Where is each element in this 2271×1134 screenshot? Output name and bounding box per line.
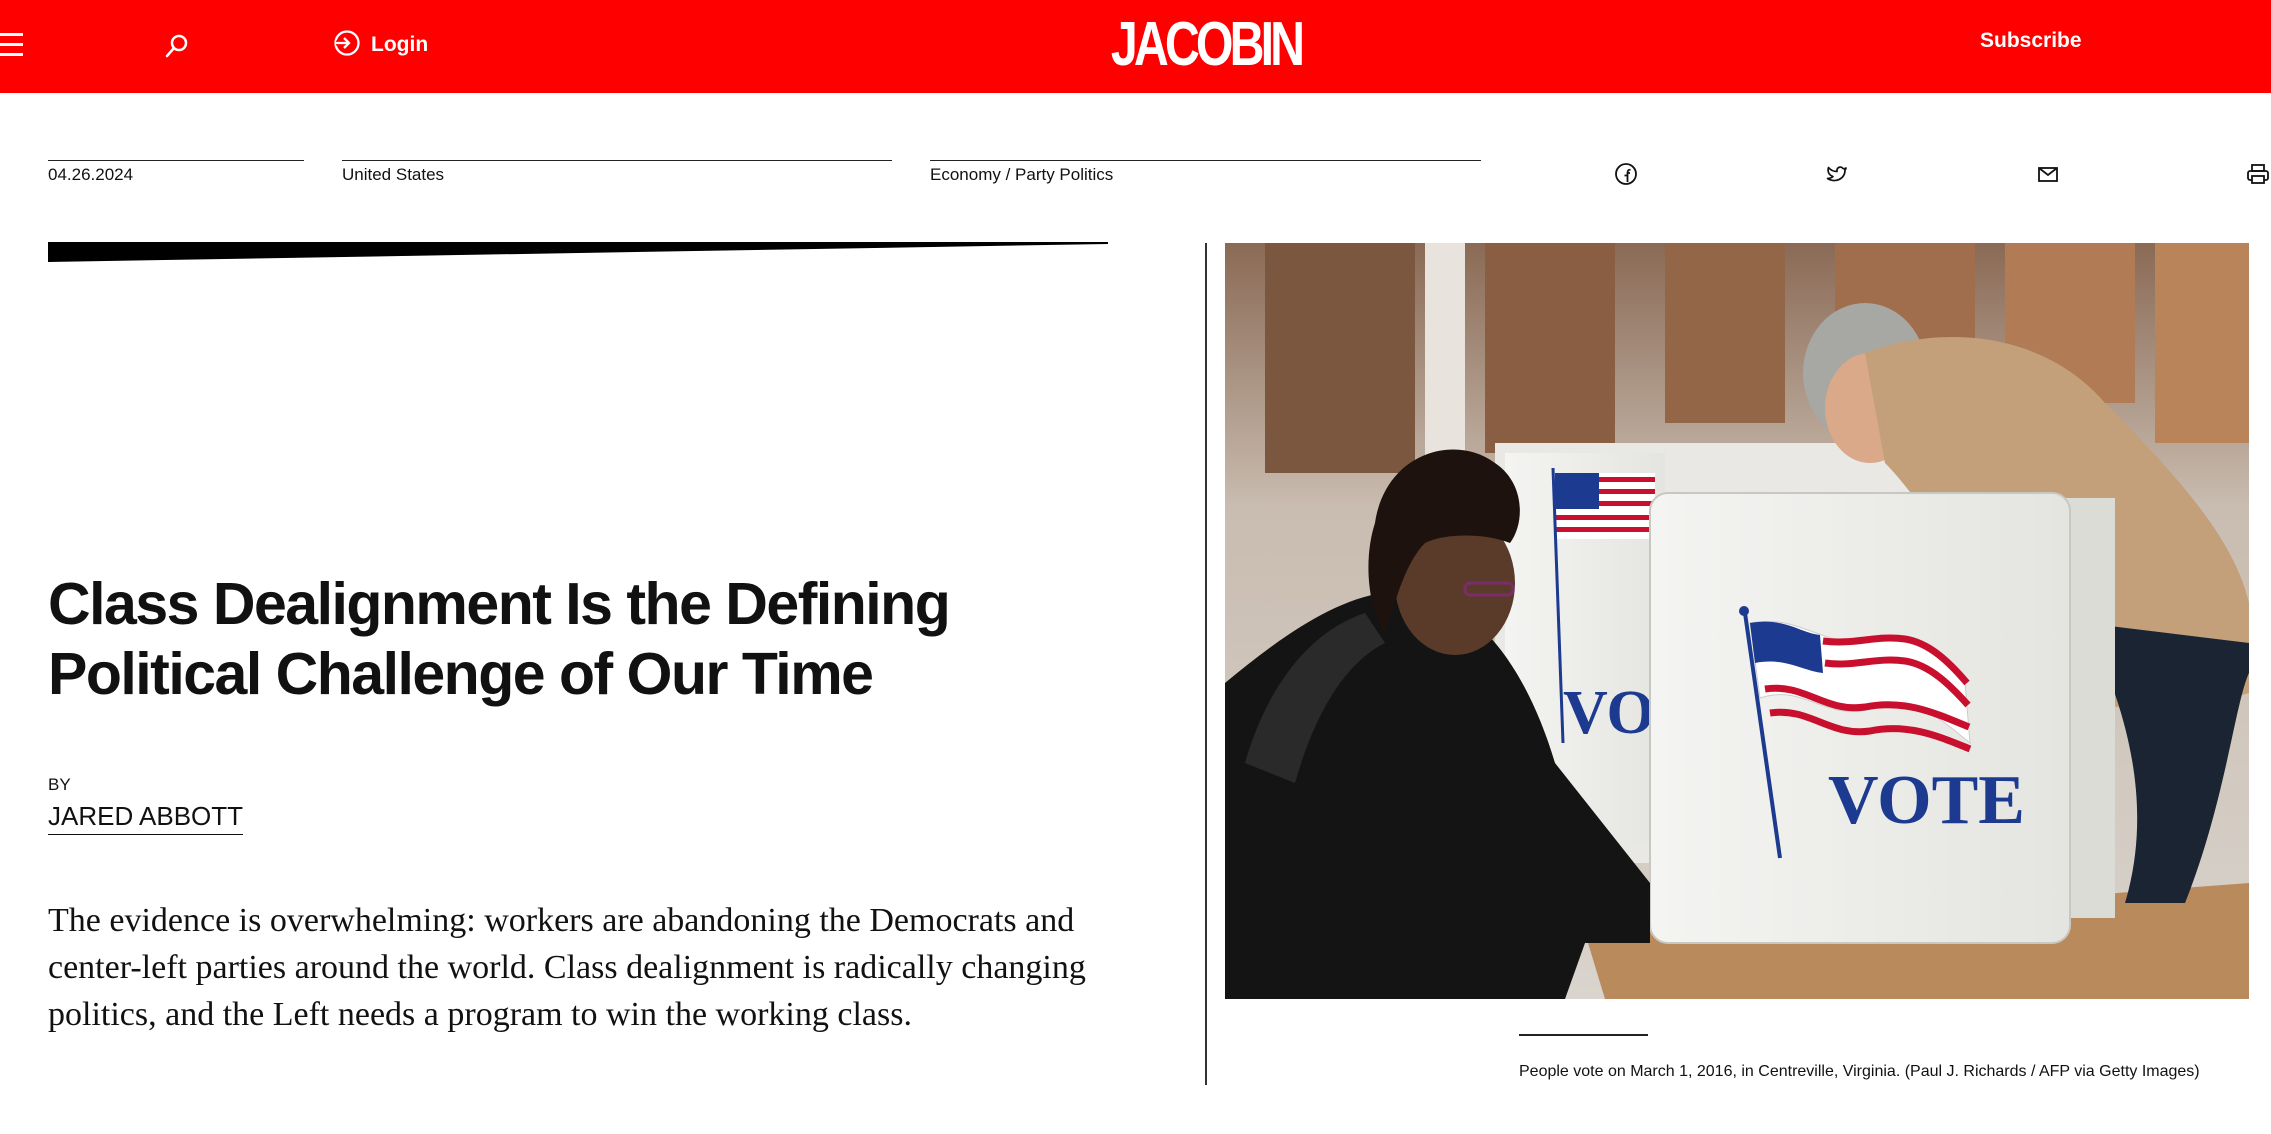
facebook-icon[interactable] bbox=[1613, 161, 1639, 187]
menu-icon[interactable] bbox=[0, 33, 23, 57]
article-region-link[interactable]: United States bbox=[342, 160, 892, 185]
search-icon[interactable] bbox=[162, 31, 192, 61]
author-link[interactable]: JARED ABBOTT bbox=[48, 801, 244, 835]
login-icon bbox=[333, 29, 361, 62]
article-topics-link[interactable]: Economy / Party Politics bbox=[930, 160, 1481, 185]
article-title: Class Dealignment Is the Defining Politi… bbox=[48, 571, 951, 707]
site-header: Login JACOBIN Subscribe bbox=[0, 0, 2271, 93]
twitter-icon[interactable] bbox=[1824, 161, 1850, 187]
login-button[interactable]: Login bbox=[333, 28, 428, 62]
print-icon[interactable] bbox=[2245, 161, 2271, 187]
subscribe-button[interactable]: Subscribe bbox=[1980, 29, 2082, 53]
booth-text-right: VOTE bbox=[1828, 762, 2025, 839]
voting-booth-front: VOTE bbox=[1649, 492, 2115, 944]
article-date: 04.26.2024 bbox=[48, 160, 304, 185]
title-rule-bar bbox=[48, 242, 1108, 264]
site-logo[interactable]: JACOBIN bbox=[1111, 9, 1305, 81]
hero-image: VO VOTE bbox=[1225, 243, 2249, 999]
email-icon[interactable] bbox=[2035, 161, 2061, 187]
column-divider bbox=[1205, 243, 1207, 1085]
image-caption: People vote on March 1, 2016, in Centrev… bbox=[1519, 1063, 2200, 1080]
login-label: Login bbox=[371, 33, 429, 56]
article-dek: The evidence is overwhelming: workers ar… bbox=[48, 902, 1086, 1033]
logo-text: JACOBIN bbox=[1110, 10, 1305, 79]
caption-rule bbox=[1519, 1034, 1648, 1036]
byline-label: BY bbox=[48, 775, 71, 794]
booth-text-left: VO bbox=[1563, 679, 1655, 747]
